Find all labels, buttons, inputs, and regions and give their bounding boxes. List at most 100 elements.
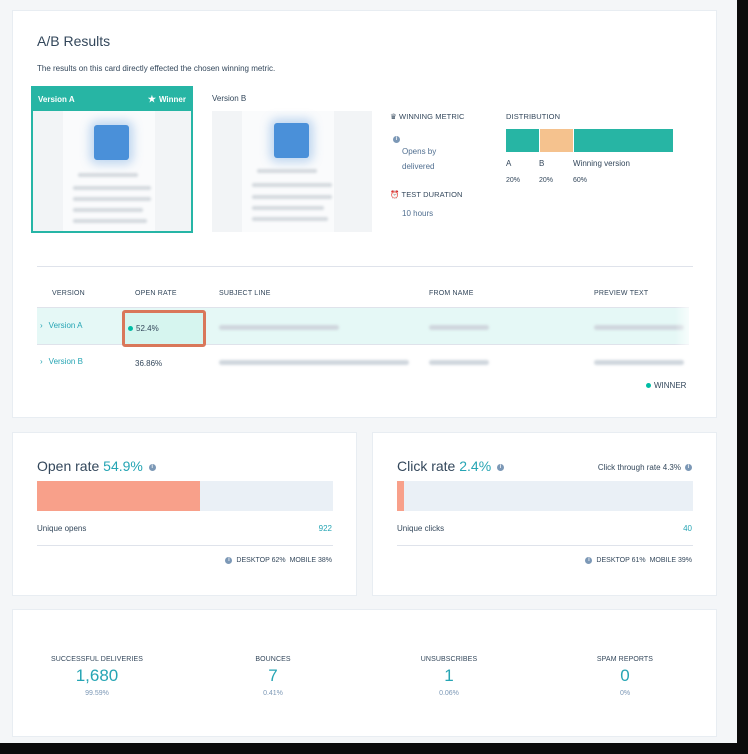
- unique-opens-value[interactable]: 922: [319, 524, 332, 533]
- column-header-from-name[interactable]: FROM NAME: [429, 290, 474, 297]
- chevron-right-icon: ›: [40, 357, 43, 366]
- desktop-pct: DESKTOP 62%: [236, 557, 286, 564]
- winning-metric-value-line-2: delivered: [402, 162, 435, 171]
- info-icon[interactable]: i: [585, 557, 593, 564]
- version-a-subject-blurred: [219, 325, 339, 330]
- open-rate-title: Open rate 54.9% i: [37, 458, 156, 474]
- click-rate-card: Click rate 2.4% i Click through rate 4.3…: [372, 432, 717, 596]
- version-b-open-rate: 36.86%: [135, 359, 163, 368]
- info-icon[interactable]: i: [685, 464, 692, 471]
- unique-clicks-value[interactable]: 40: [683, 524, 692, 533]
- click-rate-bar: [397, 481, 693, 511]
- info-icon[interactable]: i: [148, 463, 156, 471]
- version-b-subject-blurred: [219, 360, 409, 365]
- chevron-right-icon: ›: [40, 321, 43, 330]
- divider: [37, 545, 333, 546]
- stat-label: SPAM REPORTS: [596, 656, 654, 663]
- desktop-pct: DESKTOP 61%: [596, 557, 646, 564]
- distribution-label-b: B: [539, 159, 545, 168]
- winner-legend: WINNER: [646, 381, 686, 390]
- version-b-from-blurred: [429, 360, 489, 365]
- device-breakdown: i DESKTOP 62% MOBILE 38%: [225, 557, 332, 564]
- stat-percent: 0.41%: [263, 690, 283, 697]
- stat-value[interactable]: 0: [550, 666, 700, 686]
- stat-percent: 0.06%: [439, 690, 459, 697]
- click-rate-title: Click rate 2.4% i: [397, 458, 505, 474]
- expand-version-b[interactable]: › Version B: [40, 357, 83, 366]
- test-duration-heading: ⏰ TEST DURATION: [390, 190, 463, 199]
- test-duration-value: 10 hours: [402, 209, 434, 218]
- click-rate-bar-fill: [397, 481, 405, 511]
- stat-label: UNSUBSCRIBES: [420, 656, 478, 663]
- open-rate-value: 54.9%: [103, 458, 143, 474]
- distribution-label-winning: Winning version: [573, 159, 630, 168]
- divider: [397, 545, 693, 546]
- stat-value[interactable]: 1: [374, 666, 524, 686]
- stat-bounces: BOUNCES 7 0.41%: [198, 656, 348, 697]
- unique-clicks-label: Unique clicks: [397, 524, 445, 533]
- trophy-icon: ♛: [390, 112, 397, 121]
- distribution-pct-b: 20%: [539, 177, 554, 184]
- email-logo-icon: [94, 125, 129, 160]
- version-b-email-thumbnail[interactable]: [212, 111, 372, 232]
- winning-metric-label: WINNING METRIC: [399, 112, 465, 121]
- stat-spam-reports: SPAM REPORTS 0 0%: [550, 656, 700, 697]
- click-rate-label: Click rate: [397, 458, 456, 474]
- version-a-header: Version A ★ Winner: [33, 88, 191, 111]
- info-icon[interactable]: i: [225, 557, 233, 564]
- click-rate-value: 2.4%: [459, 458, 492, 474]
- winner-tag: ★ Winner: [148, 94, 186, 105]
- version-a-preview-card[interactable]: Version A ★ Winner: [31, 86, 193, 233]
- test-duration-label: TEST DURATION: [401, 190, 463, 199]
- column-header-version[interactable]: VERSION: [52, 290, 85, 297]
- distribution-pct-a: 20%: [506, 177, 521, 184]
- stat-unsubscribes: UNSUBSCRIBES 1 0.06%: [374, 656, 524, 697]
- distribution-segment-0: [506, 129, 540, 152]
- open-rate-bar-fill: [37, 481, 200, 511]
- ab-results-description: The results on this card directly effect…: [37, 64, 276, 73]
- stat-label: BOUNCES: [255, 656, 291, 663]
- version-a-email-thumbnail: [33, 111, 191, 231]
- column-header-subject-line[interactable]: SUBJECT LINE: [219, 290, 271, 297]
- stat-value[interactable]: 7: [198, 666, 348, 686]
- device-breakdown: i DESKTOP 61% MOBILE 39%: [585, 557, 692, 564]
- stat-percent: 99.59%: [85, 690, 109, 697]
- stat-value[interactable]: 1,680: [22, 666, 172, 686]
- winning-metric-heading: ♛ WINNING METRIC: [390, 112, 465, 121]
- distribution-segment-2: [572, 129, 673, 152]
- version-a-open-rate-value: 52.4%: [136, 324, 159, 333]
- column-header-open-rate[interactable]: OPEN RATE: [135, 290, 177, 297]
- info-icon[interactable]: i: [497, 463, 505, 471]
- winner-tag-label: Winner: [158, 95, 186, 104]
- version-a-preview-blurred: [594, 325, 684, 330]
- ab-results-title: A/B Results: [37, 33, 111, 49]
- table-scroll-fade: [675, 281, 695, 351]
- winner-dot-icon: [646, 383, 651, 389]
- open-rate-bar: [37, 481, 333, 511]
- winner-legend-label: WINNER: [654, 381, 687, 390]
- version-a-label: Version A: [38, 95, 75, 104]
- info-icon[interactable]: i: [393, 127, 400, 145]
- distribution-label-a: A: [506, 159, 512, 168]
- stat-percent: 0%: [619, 690, 631, 697]
- email-results-page: A/B Results The results on this card dir…: [0, 0, 737, 743]
- stat-label: SUCCESSFUL DELIVERIES: [50, 656, 144, 663]
- click-through-rate-label: Click through rate 4.3%: [597, 463, 681, 472]
- distribution-pct-winning: 60%: [573, 177, 588, 184]
- winning-metric-value-line-1: Opens by: [402, 147, 437, 156]
- open-rate-label: Open rate: [37, 458, 100, 474]
- version-a-open-rate: 52.4%: [128, 324, 159, 333]
- expand-version-a[interactable]: › Version A: [40, 321, 82, 330]
- column-header-preview-text[interactable]: PREVIEW TEXT: [594, 290, 648, 297]
- version-b-link[interactable]: Version B: [49, 357, 83, 366]
- mobile-pct: MOBILE 38%: [289, 557, 332, 564]
- version-b-preview-blurred: [594, 360, 684, 365]
- version-a-from-blurred: [429, 325, 489, 330]
- click-through-rate: Click through rate 4.3% i: [598, 463, 692, 472]
- open-rate-card: Open rate 54.9% i Unique opens 922 i DES…: [12, 432, 357, 596]
- email-logo-icon: [274, 123, 309, 158]
- star-icon: ★: [147, 94, 156, 104]
- winner-dot-icon: [128, 326, 133, 332]
- version-a-link[interactable]: Version A: [49, 321, 83, 330]
- distribution-segment-1: [539, 129, 573, 152]
